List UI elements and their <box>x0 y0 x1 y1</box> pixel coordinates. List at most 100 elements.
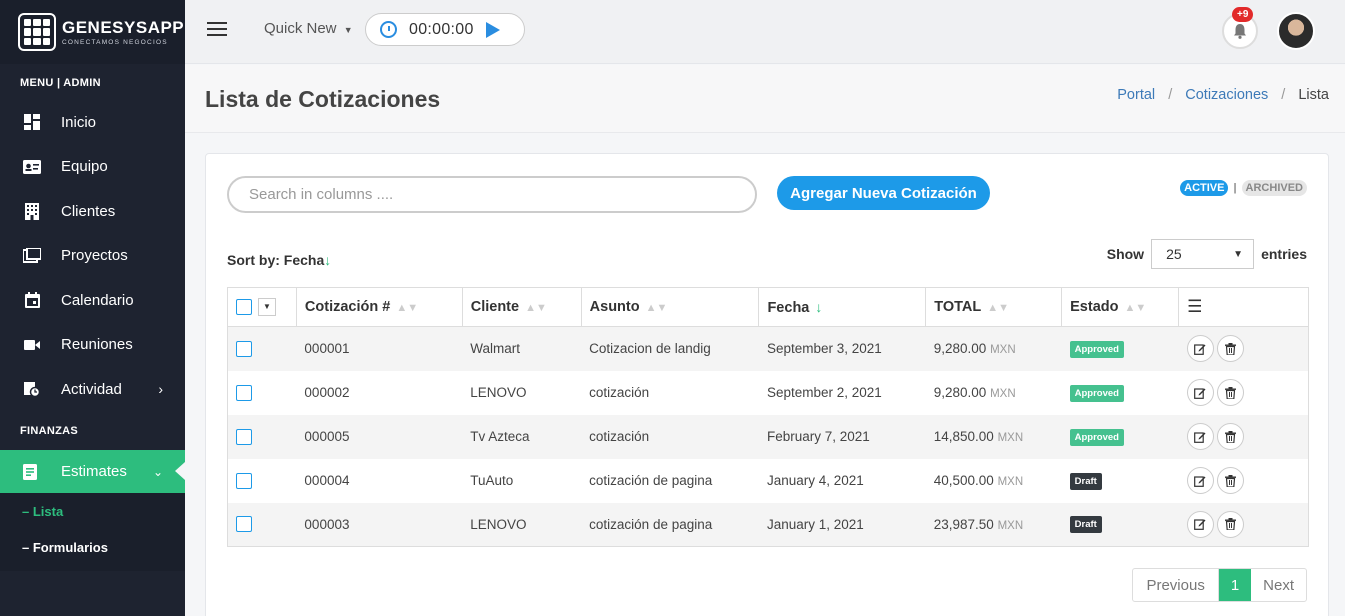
breadcrumb-portal[interactable]: Portal <box>1117 87 1155 103</box>
breadcrumb-cotizaciones[interactable]: Cotizaciones <box>1185 87 1268 103</box>
entries-label: entries <box>1261 246 1307 262</box>
column-options-header[interactable]: ☰ <box>1178 287 1309 327</box>
quote-total: 14,850.00 <box>933 429 994 444</box>
entries-select[interactable]: 25 ▼ <box>1151 239 1255 269</box>
table-row[interactable]: 000003 LENOVO cotización de pagina January … <box>227 502 1309 547</box>
brand-logo[interactable]: GENESYSAPP CONECTAMOS NEGOCIOS <box>0 0 185 64</box>
sidebar-item-reuniones[interactable]: Reuniones <box>0 323 185 368</box>
edit-icon[interactable] <box>1186 379 1214 406</box>
sort-by-indicator[interactable]: Sort by: Fecha↓ <box>227 252 331 268</box>
bulk-actions-dropdown-icon[interactable]: ▼ <box>258 298 276 316</box>
play-icon[interactable] <box>485 21 500 38</box>
sidebar-item-clientes[interactable]: Clientes <box>0 189 185 234</box>
edit-icon[interactable] <box>1186 423 1214 450</box>
pagination: Previous 1 Next <box>1132 568 1307 602</box>
edit-icon[interactable] <box>1186 335 1214 363</box>
show-label: Show <box>1106 246 1145 262</box>
client-name: Tv Azteca <box>470 429 530 444</box>
table-row[interactable]: 000005 Tv Azteca cotización February 7, 202… <box>227 414 1309 459</box>
trash-icon[interactable] <box>1216 467 1244 494</box>
row-actions <box>1179 415 1309 459</box>
status-badge: Approved <box>1069 340 1124 358</box>
archived-filter[interactable]: ARCHIVED <box>1241 180 1307 196</box>
sort-arrow-icon: ↓ <box>324 252 332 268</box>
logo-grid-icon <box>18 13 56 51</box>
row-checkbox[interactable] <box>236 340 252 357</box>
row-checkbox[interactable] <box>236 384 252 401</box>
timer-widget: 00:00:00 <box>365 13 525 46</box>
pagination-previous[interactable]: Previous <box>1133 569 1219 601</box>
quote-total-cell: 14,850.00 MXN <box>926 415 1062 459</box>
trash-icon[interactable] <box>1216 510 1244 538</box>
chevron-down-icon: ⌄ <box>152 464 163 479</box>
section-finanzas: FINANZAS <box>20 425 79 437</box>
row-checkbox[interactable] <box>236 516 252 533</box>
page-size-control: Show 25 ▼ entries <box>1107 239 1307 269</box>
row-checkbox[interactable] <box>236 472 252 489</box>
quote-number[interactable]: 000001 <box>296 327 462 371</box>
video-camera-icon <box>23 337 41 353</box>
table-row[interactable]: 000004 TuAuto cotización de pagina January … <box>228 459 1309 503</box>
quote-number[interactable]: 000004 <box>296 459 462 503</box>
clock-icon <box>380 21 397 38</box>
sidebar-item-label: Clientes <box>61 202 116 220</box>
brand-title: GENESYSAPP <box>62 17 185 37</box>
sidebar: GENESYSAPP CONECTAMOS NEGOCIOS MENU | AD… <box>0 0 185 616</box>
sidebar-item-equipo[interactable]: Equipo <box>0 145 185 190</box>
active-archived-toggle: ACTIVE | ARCHIVED <box>1180 180 1307 196</box>
pagination-next[interactable]: Next <box>1251 569 1306 601</box>
sidebar-item-calendario[interactable]: Calendario <box>0 278 185 323</box>
quote-subject: Cotizacion de landig <box>589 341 711 357</box>
trash-icon[interactable] <box>1216 335 1244 363</box>
sort-icon: ▲▼ <box>1124 302 1147 314</box>
quote-total-cell: 40,500.00 MXN <box>926 459 1062 503</box>
table-row[interactable]: 000001 Walmart Cotizacion de landig Septemb… <box>227 326 1309 371</box>
column-header-label: TOTAL <box>934 299 982 315</box>
dashboard-icon <box>23 114 41 131</box>
sidebar-item-estimates[interactable]: Estimates ⌄ <box>0 450 185 493</box>
user-avatar[interactable] <box>1277 12 1315 50</box>
column-header-estado[interactable]: Estado ▲▼ <box>1061 287 1180 327</box>
quick-new-dropdown[interactable]: Quick New ▼ <box>264 20 353 37</box>
quote-number[interactable]: 000003 <box>296 503 462 547</box>
trash-icon[interactable] <box>1216 423 1244 450</box>
active-filter[interactable]: ACTIVE <box>1180 180 1229 196</box>
table-row[interactable]: 000002 LENOVO cotización September 2, 2021 9… <box>228 371 1309 415</box>
trash-icon[interactable] <box>1216 379 1244 406</box>
select-all-checkbox[interactable] <box>236 299 252 315</box>
submenu-item-lista[interactable]: – Lista <box>0 493 185 529</box>
column-header-numero[interactable]: Cotización # ▲▼ <box>296 287 463 327</box>
edit-icon[interactable] <box>1186 510 1214 538</box>
quote-date: September 2, 2021 <box>766 385 882 400</box>
add-quote-button[interactable]: Agregar Nueva Cotización <box>777 176 990 210</box>
column-header-asunto[interactable]: Asunto ▲▼ <box>581 287 760 327</box>
column-header-total[interactable]: TOTAL ▲▼ <box>925 287 1063 327</box>
column-header-fecha[interactable]: Fecha ↓ <box>758 287 927 327</box>
row-actions <box>1179 371 1309 415</box>
timer-value: 00:00:00 <box>409 20 474 38</box>
breadcrumb-separator: / <box>1281 87 1286 103</box>
row-checkbox[interactable] <box>236 428 252 445</box>
sidebar-item-inicio[interactable]: Inicio <box>0 100 185 145</box>
pagination-current-page[interactable]: 1 <box>1218 569 1252 601</box>
currency-label: MXN <box>997 476 1024 488</box>
sidebar-item-label: Calendario <box>61 291 134 309</box>
sidebar-item-actividad[interactable]: Actividad › <box>0 367 185 412</box>
page-title: Lista de Cotizaciones <box>205 86 441 112</box>
status-cell: Approved <box>1062 327 1179 371</box>
column-header-cliente[interactable]: Cliente ▲▼ <box>462 287 582 327</box>
quote-subject: cotización <box>589 385 650 400</box>
top-bar: Quick New ▼ 00:00:00 +9 <box>185 0 1345 64</box>
hamburger-menu-icon[interactable] <box>207 22 227 40</box>
search-input[interactable] <box>227 176 757 213</box>
quote-number[interactable]: 000005 <box>296 415 462 459</box>
quote-total-cell: 9,280.00 MXN <box>926 371 1062 415</box>
sidebar-item-label: Actividad <box>61 380 122 398</box>
client-name: Walmart <box>470 341 520 357</box>
quote-number[interactable]: 000002 <box>296 371 462 415</box>
status-cell: Draft <box>1062 459 1179 503</box>
sidebar-item-proyectos[interactable]: Proyectos <box>0 234 185 279</box>
submenu-item-formularios[interactable]: – Formularios <box>0 529 185 565</box>
edit-icon[interactable] <box>1186 467 1214 494</box>
client-name: LENOVO <box>470 516 527 532</box>
